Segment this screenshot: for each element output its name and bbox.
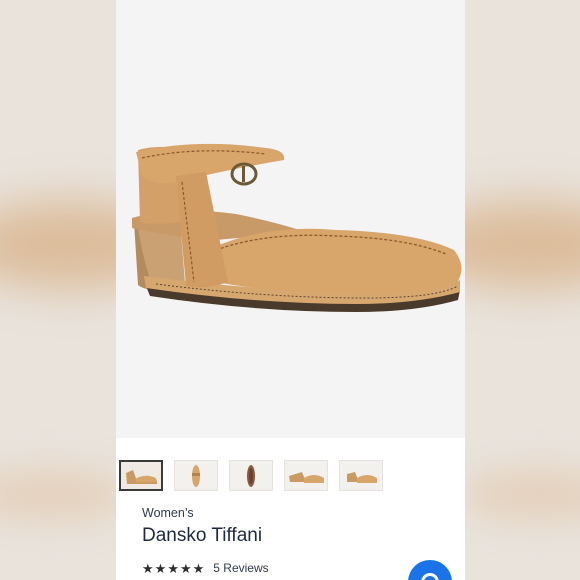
thumbnail-pair-view[interactable] bbox=[284, 460, 328, 491]
thumbnail-angle-view[interactable] bbox=[339, 460, 383, 491]
star-icon: ★ bbox=[167, 560, 179, 576]
product-card: Women’s Dansko Tiffani ★ ★ ★ ★ ★ 5 Revie… bbox=[116, 0, 465, 580]
star-icon: ★ bbox=[142, 560, 154, 576]
thumbnail-side-view[interactable] bbox=[119, 460, 163, 491]
reviews-count: 5 Reviews bbox=[213, 561, 269, 575]
blurred-background-left bbox=[0, 0, 116, 580]
assistant-button[interactable] bbox=[408, 560, 452, 580]
product-rating[interactable]: ★ ★ ★ ★ ★ 5 Reviews bbox=[142, 561, 269, 575]
star-icon: ★ bbox=[192, 560, 205, 576]
blurred-background-right bbox=[464, 0, 580, 580]
product-hero-image[interactable] bbox=[116, 0, 465, 438]
product-title: Dansko Tiffani bbox=[142, 525, 263, 546]
star-icon: ★ bbox=[154, 560, 167, 576]
shoe-illustration bbox=[132, 143, 462, 312]
product-category: Women’s bbox=[142, 506, 194, 520]
thumbnail-outsole-view[interactable] bbox=[229, 460, 273, 491]
assistant-icon bbox=[421, 573, 439, 580]
star-icon: ★ bbox=[179, 560, 192, 576]
thumbnail-strip bbox=[119, 460, 383, 491]
thumbnail-sole-top-view[interactable] bbox=[174, 460, 218, 491]
